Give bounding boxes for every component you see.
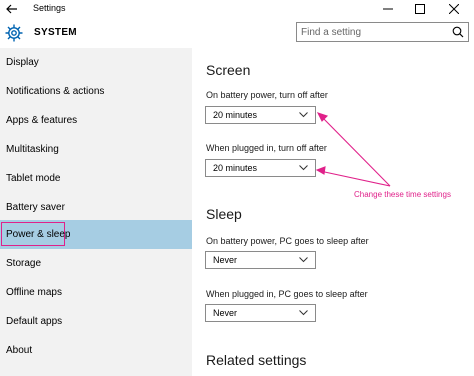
annotation-text: Change these time settings — [354, 190, 451, 199]
annotation-arrows — [315, 112, 391, 187]
